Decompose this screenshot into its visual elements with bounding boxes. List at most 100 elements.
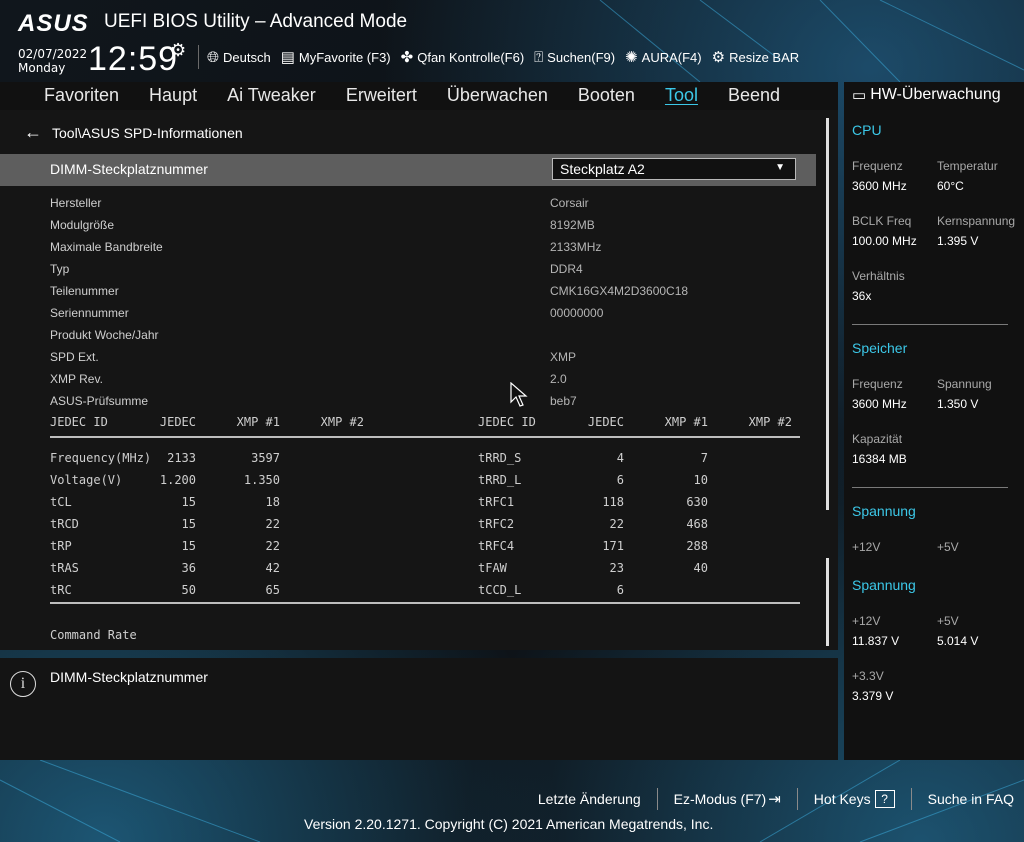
info-key: Hersteller [50,196,102,210]
table-cell: tRRD_S [478,451,522,465]
memory-section-title: Speicher [852,340,908,356]
table-cell: 118 [602,495,624,509]
table-divider [50,602,800,604]
cpu-temp-value: 60°C [937,179,964,193]
help-panel: i DIMM-Steckplatznummer [0,658,838,760]
gear-icon[interactable]: ⚙ [170,40,186,61]
v5-value: 5.014 V [937,634,979,648]
dimm-slot-dropdown[interactable]: Steckplatz A2 ▼ [552,158,796,180]
scrollbar-thumb[interactable] [826,118,829,510]
table-cell: 10 [693,473,708,487]
main-panel: ← Tool\ASUS SPD-Informationen DIMM-Steck… [0,110,838,650]
qfan-label: Qfan Kontrolle(F6) [417,49,525,65]
asus-logo: ASUS [18,10,89,37]
myfavorite-label: MyFavorite (F3) [298,49,391,65]
app-title: UEFI BIOS Utility – Advanced Mode [104,11,408,32]
info-key: Modulgröße [50,218,115,232]
tab-beend[interactable]: Beend [713,82,795,110]
monitor-icon: ▭ [852,87,867,104]
table-cell: 50 [181,583,196,597]
info-value: beb7 [550,394,577,408]
cpu-temp-label: Temperatur [937,159,998,173]
table-cell: tRAS [50,561,79,575]
ratio-value: 36x [852,289,872,303]
tab-tool[interactable]: Tool [650,82,713,110]
table-row: tCL 15 18 tRFC1 118 630 [50,490,800,512]
section-divider [852,324,1008,325]
table-cell: 2133 [167,451,196,465]
table-cell: 15 [181,495,196,509]
scrollbar-thumb-lower[interactable] [826,558,829,646]
ez-mode-button[interactable]: Ez-Modus (F7) ⇥ [658,790,797,808]
search-button[interactable]: ⍰ Suchen(F9) [534,49,615,66]
help-text: DIMM-Steckplatznummer [50,669,208,685]
table-cell: 288 [686,539,708,553]
exit-arrow-icon: ⇥ [768,791,781,808]
table-cell: 23 [609,561,624,575]
column-header: JEDEC ID [50,415,108,429]
table-cell: 6 [616,583,624,597]
info-row: XMP Rev. 2.0 [50,368,790,390]
spd-info-list: Hersteller Corsair Modulgröße 8192MB Maxim… [50,192,790,412]
info-row: Typ DDR4 [50,258,790,280]
v5-label: +5V [937,540,959,554]
myfavorite-button[interactable]: ▤ MyFavorite (F3) [281,48,391,66]
breadcrumb[interactable]: ← Tool\ASUS SPD-Informationen [24,122,243,143]
v5-label: +5V [937,614,959,628]
resize-bar-button[interactable]: ⚙ Resize BAR [712,48,800,66]
tab-erweitert[interactable]: Erweitert [331,82,432,110]
footer-bar: Letzte Änderung Ez-Modus (F7) ⇥ Hot Keys… [0,760,1024,842]
tab-ai-tweaker[interactable]: Ai Tweaker [212,82,331,110]
hw-monitor-title: ▭ HW-Überwachung [852,86,1001,104]
tab-ueberwachen[interactable]: Überwachen [432,82,563,110]
top-toolbar: 🌐︎ Deutsch ▤ MyFavorite (F3) ✤ Qfan Kont… [198,44,809,70]
back-arrow-icon[interactable]: ← [24,122,42,143]
info-value: 2133MHz [550,240,602,254]
fan-icon: ✤ [400,49,414,66]
date-display: 02/07/2022 Monday [18,47,87,75]
info-key: SPD Ext. [50,350,99,364]
table-cell: tCL [50,495,72,509]
clock: 12:59 [88,40,179,78]
column-header: XMP #1 [236,415,280,429]
table-cell: 1.200 [159,473,196,487]
table-cell: 22 [609,517,624,531]
table-cell: tRC [50,583,72,597]
command-rate-label: Command Rate [50,628,137,642]
table-cell: tFAW [478,561,507,575]
table-cell: 40 [693,561,708,575]
column-header: XMP #2 [748,415,792,429]
info-key: Seriennummer [50,306,129,320]
section-divider [852,487,1008,488]
qfan-button[interactable]: ✤ Qfan Kontrolle(F6) [401,48,525,66]
bclk-value: 100.00 MHz [852,234,917,248]
last-change-button[interactable]: Letzte Änderung [522,791,657,807]
info-key: Teilenummer [50,284,119,298]
favorite-icon: ▤ [280,49,295,66]
tab-favoriten[interactable]: Favoriten [0,82,134,110]
language-button[interactable]: 🌐︎ Deutsch [207,49,271,66]
table-cell: 42 [265,561,280,575]
faq-search-button[interactable]: Suche in FAQ [912,791,1014,807]
aura-button[interactable]: ✺ AURA(F4) [625,48,702,66]
language-label: Deutsch [223,49,271,65]
tab-haupt[interactable]: Haupt [134,82,212,110]
info-key: XMP Rev. [50,372,103,386]
mem-voltage-value: 1.350 V [937,397,979,411]
cpu-freq-value: 3600 MHz [852,179,907,193]
table-cell: Voltage(V) [50,473,123,487]
tab-booten[interactable]: Booten [563,82,650,110]
table-cell: 15 [181,517,196,531]
table-row: Frequency(MHz) 2133 3597 tRRD_S 4 7 [50,446,800,468]
dimm-slot-row[interactable]: DIMM-Steckplatznummer Steckplatz A2 ▼ [0,154,816,186]
dimm-slot-value: Steckplatz A2 [560,161,645,177]
info-row: Produkt Woche/Jahr [50,324,790,346]
table-cell: 6 [616,473,624,487]
mem-freq-value: 3600 MHz [852,397,907,411]
info-value: XMP [550,350,577,364]
info-value: 00000000 [550,306,604,320]
table-cell: 22 [265,517,280,531]
info-row: ASUS-Prüfsumme beb7 [50,390,790,412]
hot-keys-button[interactable]: Hot Keys ? [798,790,911,808]
resize-bar-label: Resize BAR [729,49,800,65]
